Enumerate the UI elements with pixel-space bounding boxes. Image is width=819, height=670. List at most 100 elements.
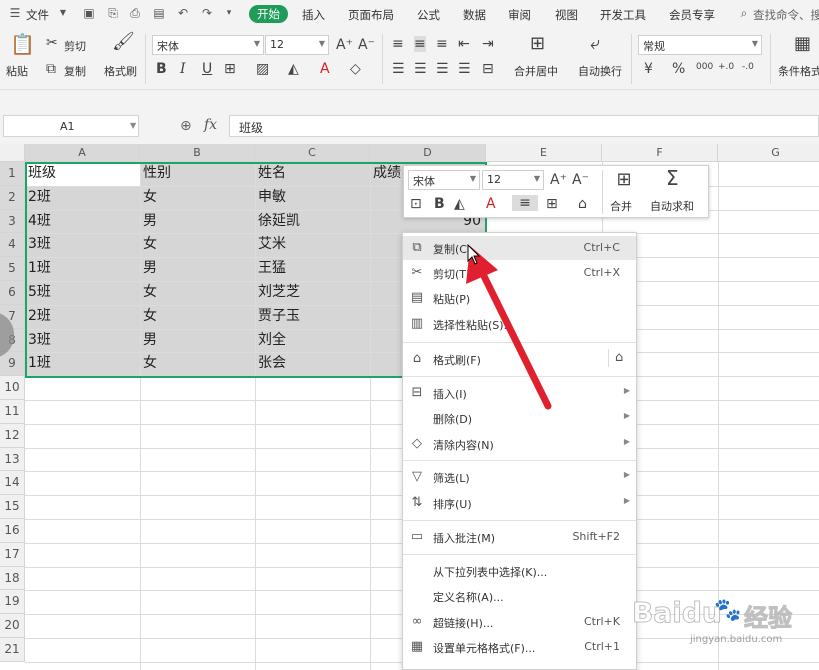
format-painter-lock-icon[interactable]: ⌂ bbox=[615, 350, 623, 365]
row-header-9[interactable]: 9 bbox=[0, 352, 25, 377]
align-center-icon[interactable]: ☰ bbox=[414, 61, 427, 77]
copy-button[interactable]: 复制 bbox=[64, 63, 86, 79]
scissors-icon[interactable]: ✂ bbox=[46, 35, 58, 51]
mini-align-center-icon[interactable]: ≡ bbox=[512, 195, 538, 211]
cell-style-icon[interactable]: ▨ bbox=[256, 61, 269, 77]
percent-icon[interactable]: % bbox=[672, 61, 685, 77]
mini-font-color-icon[interactable]: A bbox=[486, 196, 496, 212]
row-header-20[interactable]: 20 bbox=[0, 614, 25, 638]
row-header-19[interactable]: 19 bbox=[0, 590, 25, 615]
clear-format-icon[interactable]: ◇ bbox=[350, 61, 361, 77]
fill-color-icon[interactable]: ◭ bbox=[288, 61, 299, 77]
column-header-b[interactable]: B bbox=[140, 144, 255, 162]
menu-item-pick-from-list[interactable]: 从下拉列表中选择(K)... bbox=[403, 559, 636, 583]
save-icon[interactable]: ▣ bbox=[82, 6, 96, 20]
distributed-icon[interactable]: ⊟ bbox=[482, 61, 494, 77]
currency-icon[interactable]: ¥ bbox=[644, 61, 653, 77]
mini-font-size-select[interactable]: 12 ▼ bbox=[482, 170, 544, 190]
row-header-1[interactable]: 1 bbox=[0, 162, 25, 186]
tab-formulas[interactable]: 公式 bbox=[417, 7, 440, 23]
align-top-icon[interactable]: ≡ bbox=[392, 36, 404, 52]
increase-font-icon[interactable]: A⁺ bbox=[336, 37, 353, 53]
row-header-10[interactable]: 10 bbox=[0, 376, 25, 400]
mini-increase-font-icon[interactable]: A⁺ bbox=[550, 172, 567, 188]
row-header-15[interactable]: 15 bbox=[0, 495, 25, 519]
menu-item-insert-comment[interactable]: ▭ 插入批注(M) Shift+F2 bbox=[403, 525, 636, 549]
copy-icon[interactable]: ⧉ bbox=[46, 61, 56, 77]
mini-autosum-button[interactable]: 自动求和 bbox=[650, 198, 694, 214]
italic-icon[interactable]: I bbox=[180, 61, 186, 77]
column-header-d[interactable]: D bbox=[370, 144, 486, 162]
number-format-select[interactable]: 常规 ▼ bbox=[638, 35, 762, 55]
underline-icon[interactable]: U bbox=[202, 61, 212, 77]
cut-button[interactable]: 剪切 bbox=[64, 38, 86, 54]
increase-decimal-icon[interactable]: +.0 bbox=[718, 59, 734, 75]
column-header-f[interactable]: F bbox=[602, 144, 718, 162]
row-header-17[interactable]: 17 bbox=[0, 542, 25, 567]
export-pdf-icon[interactable]: ⎘ bbox=[106, 6, 120, 20]
justify-icon[interactable]: ☰ bbox=[458, 61, 471, 77]
mini-font-name-select[interactable]: 宋体 ▼ bbox=[408, 170, 480, 190]
border-icon[interactable]: ⊞ bbox=[224, 61, 236, 77]
mini-decrease-font-icon[interactable]: A⁻ bbox=[572, 172, 589, 188]
customize-toolbar-icon[interactable]: ▾ bbox=[222, 6, 236, 20]
align-bottom-icon[interactable]: ≡ bbox=[436, 36, 448, 52]
print-icon[interactable]: ⎙ bbox=[128, 6, 142, 20]
column-header-a[interactable]: A bbox=[25, 144, 140, 162]
align-middle-icon[interactable]: ≡ bbox=[414, 36, 426, 52]
font-name-select[interactable]: 宋体 ▼ bbox=[152, 35, 264, 55]
decrease-decimal-icon[interactable]: -.0 bbox=[742, 59, 754, 75]
chevron-down-icon[interactable]: ▼ bbox=[56, 6, 70, 20]
row-header-16[interactable]: 16 bbox=[0, 519, 25, 543]
tab-insert[interactable]: 插入 bbox=[302, 7, 325, 23]
increase-indent-icon[interactable]: ⇥ bbox=[482, 36, 494, 52]
hamburger-menu-icon[interactable]: ☰ bbox=[8, 6, 22, 20]
font-size-select[interactable]: 12 ▼ bbox=[265, 35, 329, 55]
formula-input[interactable]: 班级 bbox=[229, 115, 819, 137]
mini-merge-icon[interactable]: ⊞ bbox=[612, 171, 636, 189]
row-header-3[interactable]: 3 bbox=[0, 209, 25, 234]
row-header-12[interactable]: 12 bbox=[0, 423, 25, 448]
row-header-13[interactable]: 13 bbox=[0, 447, 25, 472]
print-preview-icon[interactable]: ▤ bbox=[152, 6, 166, 20]
row-header-5[interactable]: 5 bbox=[0, 257, 25, 281]
align-left-icon[interactable]: ☰ bbox=[392, 61, 405, 77]
menu-item-filter[interactable]: ▽ 筛选(L) ▶ bbox=[403, 465, 636, 489]
mini-format-painter-icon[interactable]: ⌂ bbox=[578, 196, 587, 212]
menu-item-hyperlink[interactable]: ∞ 超链接(H)... Ctrl+K bbox=[403, 610, 636, 634]
thousands-icon[interactable]: 000 bbox=[696, 59, 713, 75]
redo-icon[interactable]: ↷ bbox=[200, 6, 214, 20]
tab-home[interactable]: 开始 bbox=[249, 5, 288, 23]
row-header-18[interactable]: 18 bbox=[0, 566, 25, 591]
select-all-corner[interactable] bbox=[0, 144, 25, 162]
mini-border-icon[interactable]: ⊞ bbox=[546, 196, 558, 212]
mini-merge-button[interactable]: 合并 bbox=[610, 198, 632, 214]
tab-view[interactable]: 视图 bbox=[555, 7, 578, 23]
column-header-c[interactable]: C bbox=[255, 144, 370, 162]
file-menu[interactable]: 文件 bbox=[26, 7, 49, 23]
decrease-font-icon[interactable]: A⁻ bbox=[358, 37, 375, 53]
mini-autosum-icon[interactable]: Σ bbox=[666, 168, 679, 188]
menu-item-clear[interactable]: ◇ 清除内容(N) ▶ bbox=[403, 432, 636, 456]
row-header-11[interactable]: 11 bbox=[0, 400, 25, 424]
bold-icon[interactable]: B bbox=[156, 61, 167, 77]
row-header-21[interactable]: 21 bbox=[0, 638, 25, 662]
conditional-format-icon[interactable]: ▦ bbox=[794, 35, 811, 53]
menu-item-define-name[interactable]: 定义名称(A)... bbox=[403, 584, 636, 608]
column-header-e[interactable]: E bbox=[486, 144, 602, 162]
paste-button[interactable]: 粘贴 bbox=[6, 63, 28, 79]
mini-autofit-icon[interactable]: ⊡ bbox=[410, 196, 422, 212]
row-header-2[interactable]: 2 bbox=[0, 185, 25, 210]
align-right-icon[interactable]: ☰ bbox=[436, 61, 449, 77]
tab-page-layout[interactable]: 页面布局 bbox=[348, 7, 394, 23]
search-icon[interactable]: ⌕ bbox=[737, 6, 751, 20]
row-header-14[interactable]: 14 bbox=[0, 471, 25, 496]
mini-fill-color-icon[interactable]: ◭ bbox=[454, 196, 465, 212]
column-header-g[interactable]: G bbox=[718, 144, 819, 162]
wrap-text-icon[interactable]: ⤶ bbox=[590, 35, 600, 53]
row-header-6[interactable]: 6 bbox=[0, 281, 25, 305]
decrease-indent-icon[interactable]: ⇤ bbox=[458, 36, 470, 52]
function-icon[interactable]: fx bbox=[204, 117, 217, 133]
menu-item-format-cells[interactable]: ▦ 设置单元格格式(F)... Ctrl+1 bbox=[403, 635, 636, 659]
paste-icon[interactable]: 📋 bbox=[10, 34, 35, 54]
